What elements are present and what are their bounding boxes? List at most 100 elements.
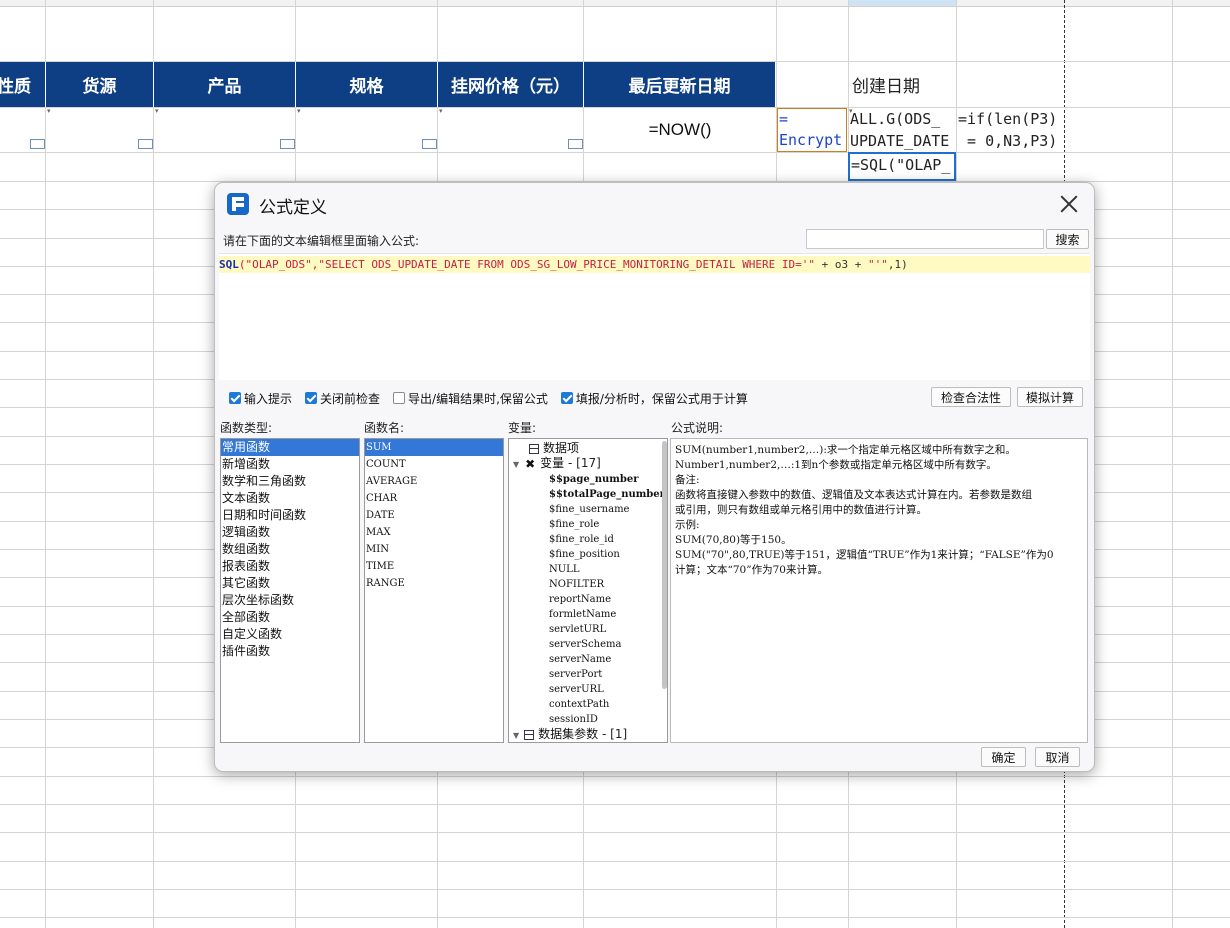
formula-editor[interactable]: SQL("OLAP_ODS","SELECT ODS_UPDATE_DATE F… [219,253,1090,380]
list-item[interactable]: AVERAGE [365,473,503,490]
check-validity-button[interactable]: 检查合法性 [931,387,1011,407]
description-line: 函数将直接键入参数中的数值、逻辑值及文本表达式计算在内。若参数是数组 [675,489,1032,501]
close-icon[interactable] [1058,193,1080,215]
variable-tree[interactable]: 数据项 ▼ ✖ 变量 - [17] $$page_number $$totalPag… [508,438,668,743]
checkbox-checked-icon [305,392,318,404]
func-name-list[interactable]: SUM COUNT AVERAGE CHAR DATE MAX MIN TIME… [364,438,504,743]
list-item[interactable]: 全部函数 [221,609,359,626]
tree-leaf[interactable]: reportName [549,592,611,607]
table-icon [529,443,539,454]
grid-line [0,889,1230,890]
list-item[interactable]: MIN [365,541,503,558]
header-cell-price[interactable]: 挂网价格（元） [438,62,584,107]
tree-leaf[interactable]: $fine_role [549,517,599,532]
description-label: 公式说明: [671,421,724,435]
filter-widget[interactable] [138,139,153,149]
header-cell-spec[interactable]: 规格 [296,62,438,107]
cell-sql-formula-selected[interactable]: =SQL("OLAP_ [848,152,956,181]
formula-tail: ,1) [887,258,908,271]
list-item[interactable]: 数学和三角函数 [221,473,359,490]
tree-node-data-item[interactable]: 数据项 [529,441,579,456]
variable-icon: ✖ [525,456,536,471]
func-type-list[interactable]: 常用函数 新增函数 数学和三角函数 文本函数 日期和时间函数 逻辑函数 数组函数… [220,438,360,743]
fill-keep-formula-checkbox[interactable]: 填报/分析时，保留公式用于计算 [560,390,748,407]
tree-leaf[interactable]: serverURL [549,682,604,697]
cell-encrypt-formula[interactable]: = Encrypt [777,108,847,152]
formula-quote-string: "'" [868,258,888,271]
list-item[interactable]: 文本函数 [221,490,359,507]
filter-widget[interactable] [280,139,295,149]
list-item[interactable]: CHAR [365,490,503,507]
list-item[interactable]: COUNT [365,456,503,473]
checkbox-checked-icon [229,392,241,404]
cell-marker: ▾ [155,107,159,115]
filter-widget[interactable] [422,139,437,149]
cell-now-formula[interactable]: =NOW() [584,108,776,152]
list-item[interactable]: RANGE [365,575,503,592]
list-item[interactable]: 报表函数 [221,558,359,575]
cell-if-len-formula[interactable]: =if(len(P3) = 0,N3,P3) [958,108,1064,152]
filter-widget[interactable] [568,139,583,149]
header-cell-product[interactable]: 产品 [154,62,296,107]
filter-widget[interactable] [30,139,45,149]
dialog-title: 公式定义 [259,198,327,218]
formula-definition-dialog: 公式定义 请在下面的文本编辑框里面输入公式: 搜索 SQL("OLAP_ODS"… [214,182,1095,772]
chevron-down-icon[interactable]: ▼ [513,731,519,740]
list-item[interactable]: 数组函数 [221,541,359,558]
formula-prompt-label: 请在下面的文本编辑框里面输入公式: [223,234,420,248]
input-hint-checkbox[interactable]: 输入提示 [229,390,292,407]
search-button[interactable]: 搜索 [1046,229,1089,249]
app-logo-icon [227,193,249,215]
description-line: SUM(70,80)等于150。 [675,534,792,546]
chevron-down-icon[interactable]: ▼ [513,460,519,469]
tree-leaf[interactable]: $$page_number [549,472,639,487]
scrollbar-thumb[interactable] [662,441,667,689]
tree-leaf[interactable]: sessionID [549,712,598,727]
tree-leaf[interactable]: $fine_username [549,502,629,517]
list-item[interactable]: 插件函数 [221,643,359,660]
search-input[interactable] [806,229,1044,249]
list-item[interactable]: DATE [365,507,503,524]
list-item[interactable]: 日期和时间函数 [221,507,359,524]
list-item[interactable]: TIME [365,558,503,575]
tree-leaf[interactable]: formletName [549,607,616,622]
formula-description-panel: SUM(number1,number2,…):求一个指定单元格区域中所有数字之和… [670,438,1088,743]
tree-leaf[interactable]: contextPath [549,697,609,712]
cell-all-g-formula[interactable]: ALL.G(ODS_ UPDATE_DATE [850,108,955,152]
tree-leaf[interactable]: NOFILTER [549,577,604,592]
list-item[interactable]: 逻辑函数 [221,524,359,541]
tree-leaf[interactable]: NULL [549,562,579,577]
formula-editor-line[interactable]: SQL("OLAP_ODS","SELECT ODS_UPDATE_DATE F… [219,256,1090,273]
list-item[interactable]: SUM [365,439,503,456]
list-item[interactable]: 自定义函数 [221,626,359,643]
tree-leaf[interactable]: $fine_role_id [549,532,614,547]
header-cell-create-date[interactable]: 创建日期 [849,62,956,107]
tree-leaf[interactable]: $fine_position [549,547,620,562]
ok-button[interactable]: 确定 [981,747,1026,767]
tree-leaf[interactable]: serverSchema [549,637,621,652]
tree-leaf[interactable]: serverName [549,652,611,667]
list-item[interactable]: 层次坐标函数 [221,592,359,609]
description-line: Number1,number2,…:1到n个参数或指定单元格区域中所有数字。 [675,459,997,471]
check-before-close-checkbox[interactable]: 关闭前检查 [305,390,380,407]
tree-leaf[interactable]: serverPort [549,667,602,682]
tree-node-variables[interactable]: ▼ ✖ 变量 - [17] [513,456,601,472]
dialog-title-bar[interactable]: 公式定义 [215,183,1094,225]
list-item[interactable]: 其它函数 [221,575,359,592]
header-cell-last-update[interactable]: 最后更新日期 [584,62,776,107]
list-item[interactable]: MAX [365,524,503,541]
cell-marker: ▾ [439,107,443,115]
export-keep-formula-checkbox[interactable]: 导出/编辑结果时,保留公式 [393,390,548,407]
header-cell-nature[interactable]: 性质 [0,62,46,107]
tree-leaf[interactable]: servletURL [549,622,606,637]
tree-node-dataset-params[interactable]: ▼ 数据集参数 - [1] [513,727,627,742]
list-item[interactable]: 常用函数 [221,439,359,456]
options-row: 输入提示 关闭前检查 导出/编辑结果时,保留公式 填报/分析时，保留公式用于计算 [229,388,761,408]
cancel-button[interactable]: 取消 [1035,747,1080,767]
list-item[interactable]: 新增函数 [221,456,359,473]
description-line: SUM(number1,number2,…):求一个指定单元格区域中所有数字之和… [675,444,1016,456]
simulate-calc-button[interactable]: 模拟计算 [1017,387,1083,407]
column-header-strip [0,0,1230,7]
tree-leaf[interactable]: $$totalPage_number [549,487,665,502]
header-cell-source[interactable]: 货源 [46,62,154,107]
